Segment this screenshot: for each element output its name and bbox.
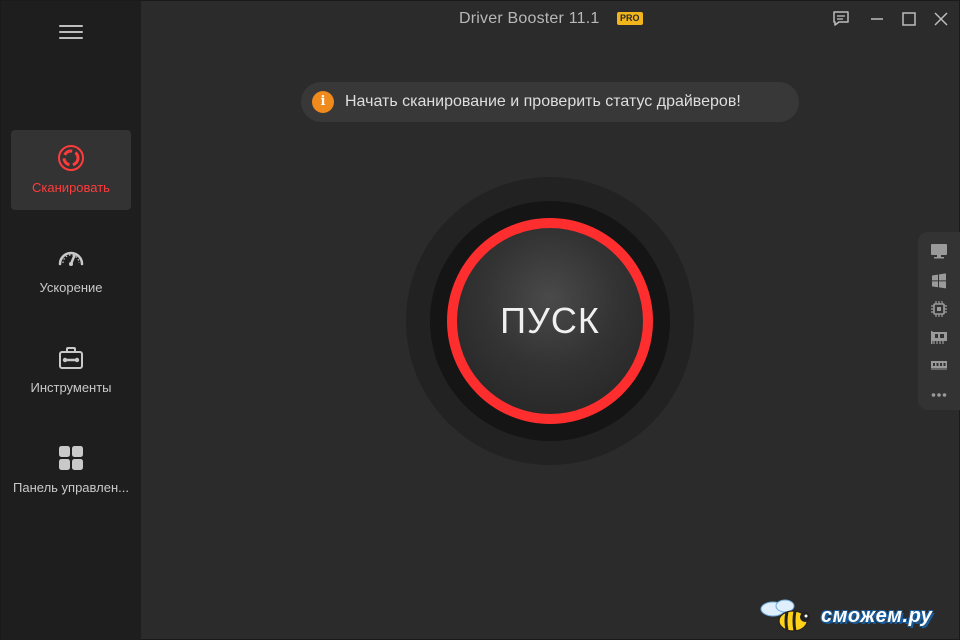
watermark-text: сможем.ру <box>821 605 933 627</box>
memory-icon[interactable] <box>930 356 948 374</box>
maximize-icon[interactable] <box>899 9 919 29</box>
pro-badge: PRO <box>617 12 643 25</box>
driver-booster-window: Сканировать Ускорение Инструменты Панель… <box>0 0 960 640</box>
scan-hint-banner: i Начать сканирование и проверить статус… <box>301 82 799 122</box>
start-scan-label: ПУСК <box>500 300 600 341</box>
title-bar: Driver Booster 11.1 PRO <box>141 1 960 37</box>
sidebar: Сканировать Ускорение Инструменты Панель… <box>1 1 141 640</box>
speedometer-icon <box>58 251 84 266</box>
control-panel-icon <box>59 446 83 470</box>
monitor-icon[interactable] <box>930 242 948 260</box>
sidebar-item-label: Инструменты <box>30 380 112 395</box>
minimize-icon[interactable] <box>867 9 887 29</box>
sidebar-item-tools[interactable]: Инструменты <box>11 330 131 410</box>
app-title: Driver Booster 11.1 <box>459 10 600 27</box>
sidebar-item-label: Панель управлен... <box>13 480 129 495</box>
hardware-quick-panel <box>918 232 960 410</box>
sidebar-item-scan[interactable]: Сканировать <box>11 130 131 210</box>
toolbox-icon <box>59 347 83 369</box>
feedback-icon[interactable] <box>831 9 851 29</box>
bee-logo-icon <box>760 599 810 632</box>
sidebar-item-boost[interactable]: Ускорение <box>11 230 131 310</box>
sidebar-item-label: Сканировать <box>32 180 110 195</box>
menu-icon[interactable] <box>59 25 83 41</box>
info-icon: i <box>312 91 334 113</box>
scan-icon <box>58 145 84 171</box>
more-icon[interactable] <box>930 386 948 404</box>
start-scan-button[interactable]: ПУСК <box>447 218 653 424</box>
scan-hint-text: Начать сканирование и проверить статус д… <box>345 93 741 110</box>
windows-icon[interactable] <box>930 272 948 290</box>
sidebar-item-label: Ускорение <box>39 280 103 295</box>
network-card-icon[interactable] <box>930 328 948 346</box>
sidebar-item-control-panel[interactable]: Панель управлен... <box>11 430 131 510</box>
close-icon[interactable] <box>931 9 951 29</box>
watermark: сможем.ру <box>759 597 959 637</box>
cpu-icon[interactable] <box>930 300 948 318</box>
